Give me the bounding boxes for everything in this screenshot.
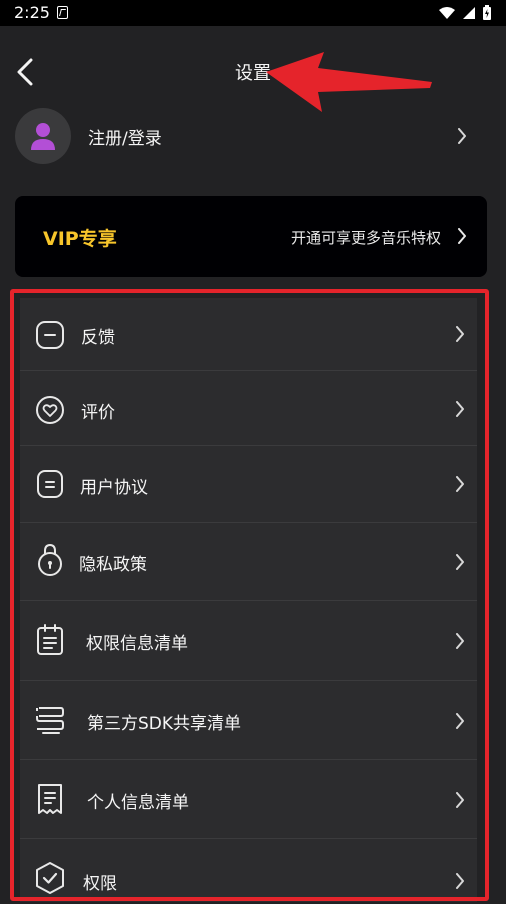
chevron-right-icon — [452, 871, 468, 891]
feedback-icon — [34, 318, 66, 352]
notification-icon — [57, 6, 68, 19]
clipboard-list-icon — [34, 623, 66, 657]
user-icon — [31, 123, 55, 150]
vip-description: 开通可享更多音乐特权 — [290, 229, 441, 247]
wifi-icon — [439, 7, 455, 19]
battery-icon — [483, 5, 491, 20]
menu-label: 权限 — [83, 874, 117, 894]
menu-item-personal-info-list[interactable]: 个人信息清单 — [20, 760, 477, 839]
menu-label: 隐私政策 — [79, 555, 147, 575]
profile-login-row[interactable]: 注册/登录 — [0, 104, 506, 168]
login-label: 注册/登录 — [88, 129, 162, 149]
status-icons — [438, 3, 492, 23]
document-icon — [34, 467, 66, 501]
vip-title: VIP专享 — [43, 228, 117, 250]
shield-check-icon — [34, 861, 66, 895]
menu-label: 第三方SDK共享清单 — [87, 714, 242, 734]
chevron-right-icon — [452, 474, 468, 494]
heart-rating-icon — [34, 393, 66, 427]
menu-label: 评价 — [81, 403, 115, 423]
menu-item-third-party-sdk-list[interactable]: 第三方SDK共享清单 — [20, 681, 477, 760]
status-time: 2:25 — [14, 3, 50, 22]
chevron-right-icon — [454, 226, 470, 246]
menu-label: 权限信息清单 — [86, 634, 188, 654]
menu-item-rating[interactable]: 评价 — [20, 371, 477, 450]
chevron-right-icon — [452, 324, 468, 344]
chevron-right-icon — [452, 552, 468, 572]
chevron-right-icon — [452, 631, 468, 651]
cell-signal-icon — [463, 7, 475, 19]
chevron-right-icon — [452, 711, 468, 731]
vip-banner[interactable]: VIP专享 开通可享更多音乐特权 — [15, 196, 487, 277]
menu-item-permissions[interactable]: 权限 — [20, 839, 477, 902]
menu-item-permission-info-list[interactable]: 权限信息清单 — [20, 601, 477, 680]
chevron-right-icon — [454, 126, 470, 146]
chevron-right-icon — [452, 399, 468, 419]
stack-list-icon — [34, 703, 66, 737]
menu-label: 用户协议 — [80, 478, 148, 498]
lock-icon — [34, 541, 66, 579]
menu-item-user-agreement[interactable]: 用户协议 — [20, 446, 477, 525]
settings-menu: 反馈 评价 用户协议 隐私政策 权限信息清单 第三方SDK共享清单 个人信息清单… — [20, 298, 477, 902]
menu-label: 个人信息清单 — [87, 793, 189, 813]
menu-item-privacy-policy[interactable]: 隐私政策 — [20, 523, 477, 602]
receipt-icon — [34, 782, 66, 816]
status-bar: 2:25 — [0, 0, 506, 26]
menu-label: 反馈 — [81, 328, 115, 348]
chevron-right-icon — [452, 790, 468, 810]
menu-item-feedback[interactable]: 反馈 — [20, 298, 477, 377]
avatar — [15, 108, 71, 164]
